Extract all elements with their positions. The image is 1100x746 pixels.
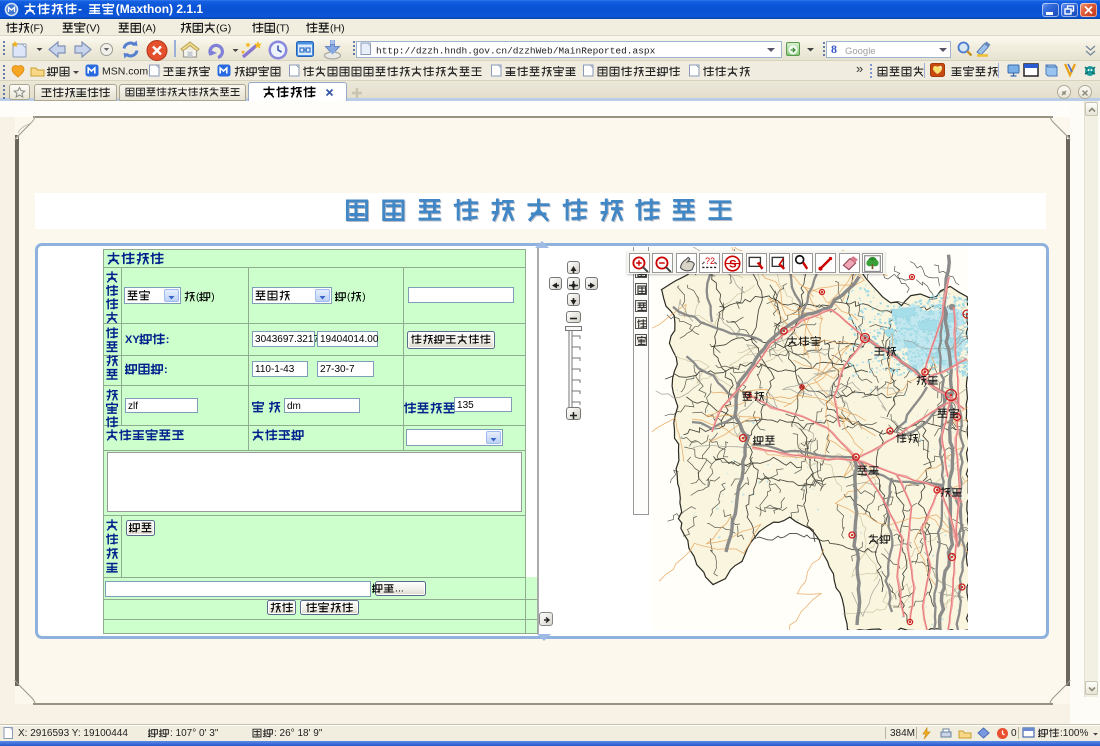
svg-text:): )	[211, 292, 214, 303]
svg-text::: :	[164, 364, 168, 376]
svg-text:135: 135	[457, 400, 474, 411]
svg-text:MSN.com: MSN.com	[102, 66, 148, 78]
svg-text:(T): (T)	[276, 22, 289, 34]
svg-text:(Maxthon) 2.1.1: (Maxthon) 2.1.1	[116, 3, 204, 16]
svg-text:110-1-43: 110-1-43	[255, 364, 295, 375]
svg-text:3043697.3217: 3043697.3217	[255, 334, 319, 345]
svg-text:XY: XY	[125, 334, 140, 346]
svg-text:...: ...	[395, 583, 404, 595]
svg-text:X: 2916593 Y: 19100444: X: 2916593 Y: 19100444	[18, 728, 128, 739]
svg-text:-: -	[78, 3, 82, 16]
svg-text:(F): (F)	[30, 22, 43, 34]
svg-text:(G): (G)	[216, 22, 231, 34]
svg-text:dm: dm	[287, 401, 301, 412]
svg-text:Google: Google	[845, 46, 876, 57]
svg-text:19404014.00: 19404014.00	[320, 334, 379, 345]
svg-text:(A): (A)	[142, 22, 156, 34]
svg-text:»: »	[856, 63, 863, 76]
svg-text:(V): (V)	[86, 22, 100, 34]
svg-text:): )	[362, 292, 365, 303]
svg-text:: 26° 18' 9": : 26° 18' 9"	[274, 728, 323, 739]
svg-text:0: 0	[1011, 728, 1017, 739]
svg-text::100%: :100%	[1060, 728, 1088, 739]
svg-text:zlf: zlf	[128, 401, 138, 412]
svg-text:(: (	[347, 292, 351, 303]
svg-text:: 107° 0' 3": : 107° 0' 3"	[170, 728, 219, 739]
svg-text:27-30-7: 27-30-7	[320, 364, 355, 375]
svg-text:384M: 384M	[890, 728, 915, 739]
svg-text:http://dzzh.hndh.gov.cn/dzzhWe: http://dzzh.hndh.gov.cn/dzzhWeb/MainRepo…	[376, 46, 656, 57]
svg-text:?2: ?2	[705, 256, 715, 266]
svg-text::: :	[166, 334, 170, 346]
svg-text:S: S	[729, 258, 736, 270]
svg-text:(H): (H)	[330, 22, 345, 34]
